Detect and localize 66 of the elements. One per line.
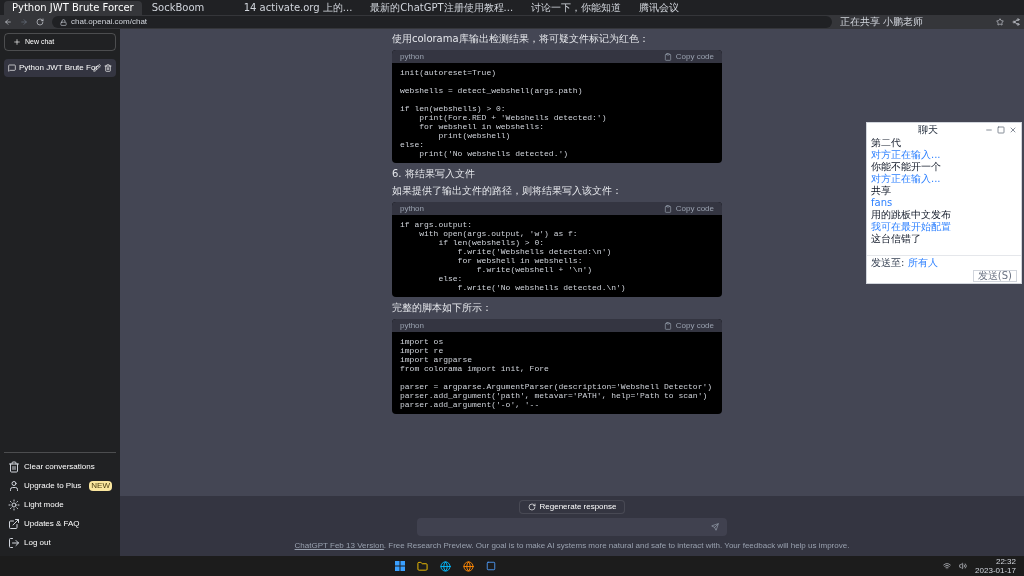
sidebar-menu-item[interactable]: Upgrade to Plus <box>8 479 82 492</box>
chat-message: 你能不能开一个 <box>871 161 942 172</box>
chat-message: 对方正在输入... <box>871 149 942 160</box>
code-line: import argparse <box>400 355 473 364</box>
sharing-notice: 正在共享 小鹏老师 <box>840 17 924 27</box>
chat-message: 对方正在输入... <box>871 173 942 184</box>
code-line: print(Fore.RED + 'Webshells detected:') <box>418 113 608 122</box>
browser-tab[interactable]: 讨论一下，你能知道 <box>523 1 630 15</box>
answer-text: 完整的脚本如下所示： <box>392 302 493 314</box>
sidebar-menu-item[interactable]: Clear conversations <box>8 460 95 473</box>
regenerate-button[interactable]: Regenerate response <box>518 500 626 514</box>
copy-code-button[interactable]: Copy code <box>663 202 714 215</box>
footer-text: ChatGPT Feb 13 Version. Free Research Preview. Our goal is to make AI systems more natural and safe to interact with. Your feedback will help us improve. <box>294 540 850 552</box>
code-line: if len(webshells) > 0: <box>400 104 507 113</box>
code-line: webshells = detect_webshell(args.path) <box>400 86 584 95</box>
code-line: else: <box>400 140 425 149</box>
code-line: for webshell in webshells: <box>418 122 546 131</box>
browser-tab[interactable]: 最新的ChatGPT注册使用教程... <box>362 1 522 15</box>
code-line: parser = argparse.ArgumentParser(description='Webshell Detector') <box>400 382 714 391</box>
code-line: import re <box>400 346 445 355</box>
code-line: f.write('Webshells detected:\n') <box>456 247 613 256</box>
new-badge: NEW <box>89 480 112 491</box>
browser-tab[interactable]: SockBoom <box>143 1 234 15</box>
chat-message: 共享 <box>871 185 892 196</box>
code-line: for webshell in webshells: <box>456 256 584 265</box>
code-line: print('No webshells detected.') <box>418 149 570 158</box>
answer-text: 使用colorama库输出检测结果，将可疑文件标记为红色： <box>392 33 650 45</box>
window-title: 聊天 <box>917 125 939 135</box>
copy-code-button[interactable]: Copy code <box>663 319 714 332</box>
code-line: f.write('No webshells detected.\n') <box>456 283 627 292</box>
code-line: if args.output: <box>400 220 473 229</box>
sidebar-menu-item[interactable]: Log out <box>8 536 51 549</box>
chat-message: 用的跳板中文发布 <box>871 209 952 220</box>
chat-message: 第二代 <box>871 137 902 148</box>
chat-message: fans <box>871 197 894 208</box>
code-line: from colorama import init, Fore <box>400 364 550 373</box>
address-bar[interactable]: chat.openai.com/chat <box>52 16 832 28</box>
code-line: print(webshell) <box>437 131 512 140</box>
code-line: import os <box>400 337 445 346</box>
version-link[interactable]: ChatGPT Feb 13 Version <box>294 541 384 550</box>
send-button[interactable]: 发送(S) <box>972 270 1017 282</box>
code-language: python <box>400 202 425 215</box>
browser-tab[interactable]: 腾讯会议 <box>631 1 722 15</box>
code-line: else: <box>437 274 464 283</box>
send-to-label: 发送至: <box>871 257 905 268</box>
code-line: parser.add_argument('path', metavar='PATH', help='Path to scan') <box>400 391 709 400</box>
browser-tab[interactable]: 14 activate.org 上的... <box>235 1 361 15</box>
code-line: with open(args.output, 'w') as f: <box>418 229 579 238</box>
copy-code-button[interactable]: Copy code <box>663 50 714 63</box>
code-line: if len(webshells) > 0: <box>437 238 546 247</box>
chat-message: 我可在最开始配置 <box>871 221 952 232</box>
chat-message: 这台信错了 <box>871 233 922 244</box>
code-line: f.write(webshell + '\n') <box>475 265 594 274</box>
code-language: python <box>400 50 425 63</box>
answer-text: 6. 将结果写入文件 <box>392 168 476 180</box>
code-line: parser.add_argument('-o', '-- <box>400 400 541 409</box>
browser-tab[interactable]: Python JWT Brute Forcer <box>4 1 142 15</box>
answer-text: 如果提供了输出文件的路径，则将结果写入该文件： <box>392 185 623 197</box>
recipient-dropdown[interactable]: 所有人 <box>908 257 939 268</box>
sidebar-menu-item[interactable]: Updates & FAQ <box>8 517 80 530</box>
conversation-item[interactable]: Python JWT Brute For <box>4 59 116 77</box>
clock-date: 2023-01-17 <box>975 566 1016 575</box>
sidebar-menu-item[interactable]: Light mode <box>8 498 64 511</box>
clock-time: 22:32 <box>995 557 1016 566</box>
code-line: init(autoreset=True) <box>400 68 497 77</box>
code-language: python <box>400 319 425 332</box>
